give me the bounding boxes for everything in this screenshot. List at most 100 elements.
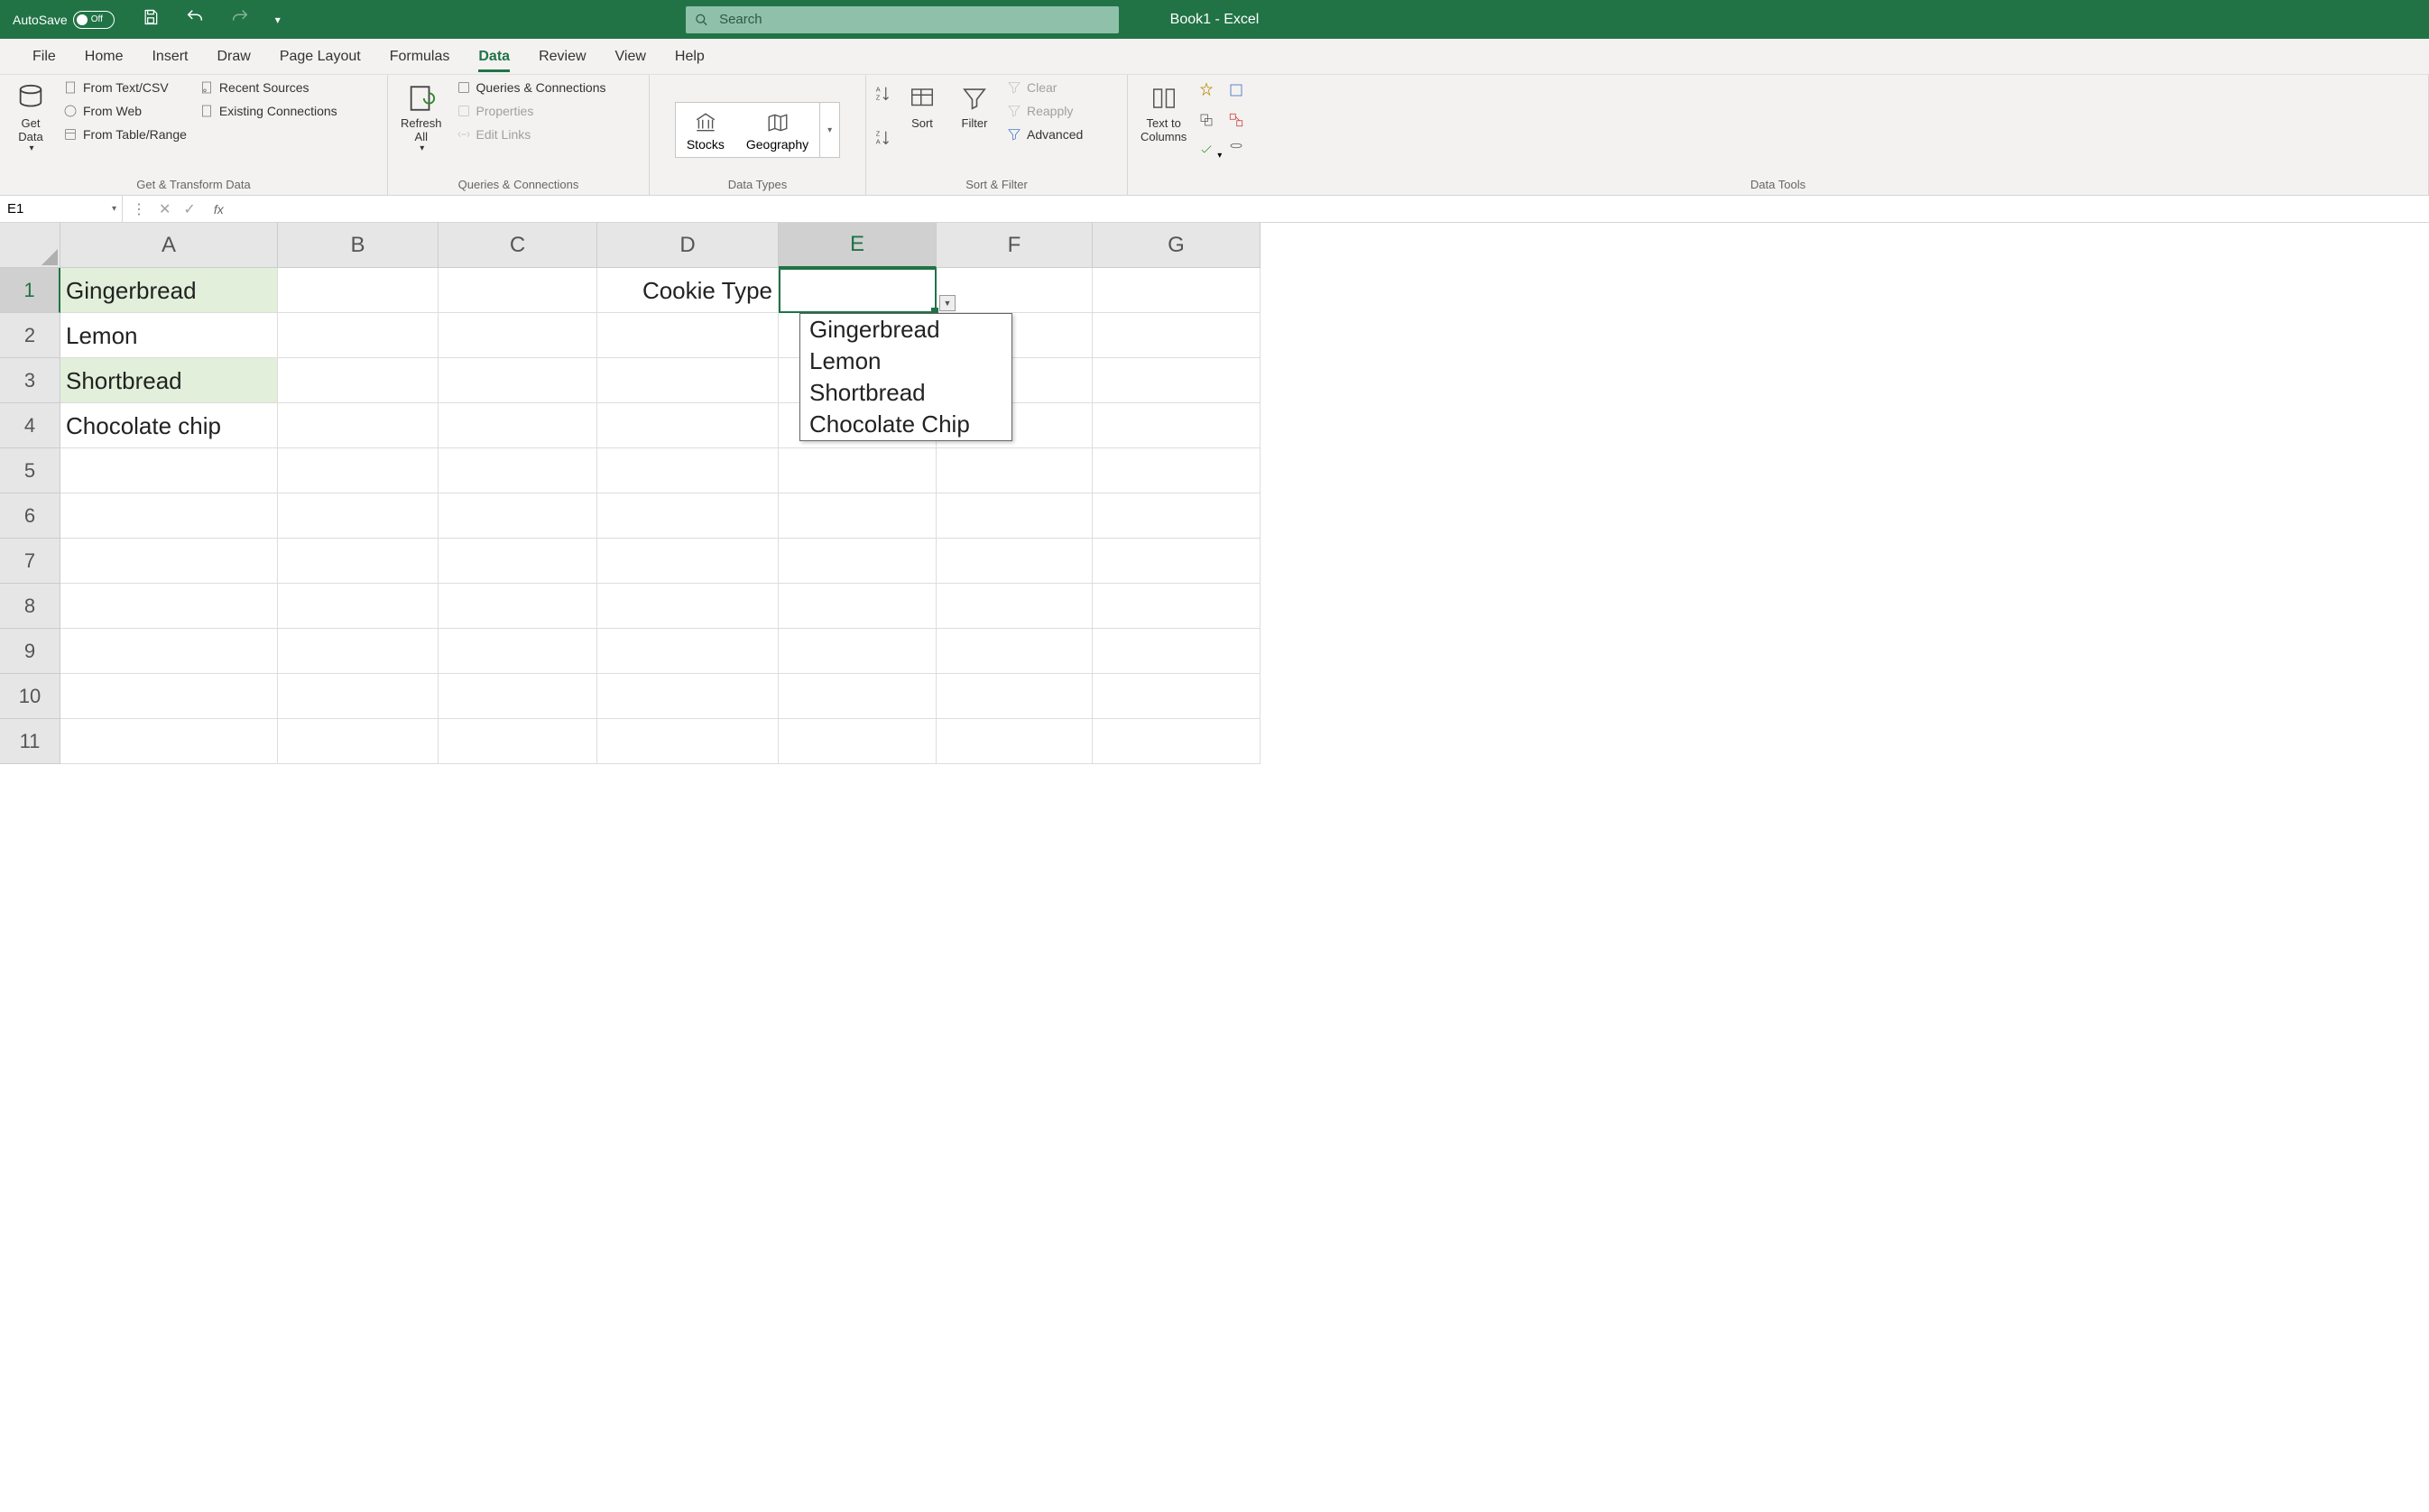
worksheet-grid[interactable]: ABCDEFG 1234567891011 GingerbreadCookie … (0, 223, 2429, 782)
column-header-B[interactable]: B (278, 223, 439, 268)
cell-A3[interactable]: Shortbread (60, 358, 278, 403)
cell-D9[interactable] (597, 629, 779, 674)
column-header-F[interactable]: F (937, 223, 1093, 268)
cell-A2[interactable]: Lemon (60, 313, 278, 358)
cell-B3[interactable] (278, 358, 439, 403)
cell-D11[interactable] (597, 719, 779, 764)
sort-button[interactable]: Sort (899, 78, 946, 132)
from-web-button[interactable]: From Web (60, 102, 190, 120)
chevron-down-icon[interactable]: ▾ (112, 204, 116, 214)
name-box[interactable]: E1 ▾ (0, 196, 123, 222)
tab-insert[interactable]: Insert (137, 39, 202, 74)
cell-B8[interactable] (278, 584, 439, 629)
cell-D2[interactable] (597, 313, 779, 358)
cell-B9[interactable] (278, 629, 439, 674)
select-all-corner[interactable] (0, 223, 60, 268)
cell-C7[interactable] (439, 539, 597, 584)
tab-home[interactable]: Home (70, 39, 138, 74)
row-header-1[interactable]: 1 (0, 268, 60, 313)
cell-G4[interactable] (1093, 403, 1261, 448)
tab-help[interactable]: Help (660, 39, 719, 74)
cell-E5[interactable] (779, 448, 937, 493)
manage-data-model-icon[interactable] (1227, 142, 1245, 162)
stocks-datatype-button[interactable]: Stocks (676, 103, 735, 157)
column-header-G[interactable]: G (1093, 223, 1261, 268)
cell-G11[interactable] (1093, 719, 1261, 764)
cell-E6[interactable] (779, 493, 937, 539)
row-header-6[interactable]: 6 (0, 493, 60, 539)
tab-page-layout[interactable]: Page Layout (265, 39, 375, 74)
column-header-A[interactable]: A (60, 223, 278, 268)
cell-G9[interactable] (1093, 629, 1261, 674)
datatypes-more-button[interactable]: ▾ (819, 103, 839, 157)
row-header-10[interactable]: 10 (0, 674, 60, 719)
cell-F9[interactable] (937, 629, 1093, 674)
tab-draw[interactable]: Draw (202, 39, 264, 74)
save-icon[interactable] (142, 8, 160, 31)
tab-view[interactable]: View (601, 39, 660, 74)
cell-F1[interactable] (937, 268, 1093, 313)
cell-E10[interactable] (779, 674, 937, 719)
more-icon[interactable]: ⋮ (132, 200, 146, 218)
row-header-8[interactable]: 8 (0, 584, 60, 629)
cell-C2[interactable] (439, 313, 597, 358)
cell-D5[interactable] (597, 448, 779, 493)
cell-G1[interactable] (1093, 268, 1261, 313)
tab-file[interactable]: File (18, 39, 70, 74)
cell-G6[interactable] (1093, 493, 1261, 539)
cell-B5[interactable] (278, 448, 439, 493)
from-text-csv-button[interactable]: From Text/CSV (60, 78, 190, 97)
cell-A10[interactable] (60, 674, 278, 719)
dropdown-item[interactable]: Lemon (800, 346, 1011, 377)
cell-C11[interactable] (439, 719, 597, 764)
consolidate-icon[interactable] (1227, 82, 1245, 103)
cell-G7[interactable] (1093, 539, 1261, 584)
cell-B4[interactable] (278, 403, 439, 448)
dropdown-item[interactable]: Shortbread (800, 377, 1011, 409)
cell-G2[interactable] (1093, 313, 1261, 358)
cell-C4[interactable] (439, 403, 597, 448)
dropdown-item[interactable]: Gingerbread (800, 314, 1011, 346)
data-validation-dropdown-button[interactable]: ▼ (939, 295, 956, 311)
cell-E9[interactable] (779, 629, 937, 674)
row-header-4[interactable]: 4 (0, 403, 60, 448)
fx-icon[interactable]: fx (214, 202, 224, 217)
cell-F11[interactable] (937, 719, 1093, 764)
tab-data[interactable]: Data (464, 39, 524, 74)
cell-B10[interactable] (278, 674, 439, 719)
cell-F7[interactable] (937, 539, 1093, 584)
cell-A1[interactable]: Gingerbread (60, 268, 278, 313)
cell-C10[interactable] (439, 674, 597, 719)
formula-input[interactable] (233, 201, 2429, 217)
column-header-C[interactable]: C (439, 223, 597, 268)
cell-D3[interactable] (597, 358, 779, 403)
sort-desc-icon[interactable]: ZA (873, 128, 893, 152)
cell-A7[interactable] (60, 539, 278, 584)
cell-D10[interactable] (597, 674, 779, 719)
cell-D8[interactable] (597, 584, 779, 629)
data-validation-icon[interactable]: ▾ (1197, 142, 1222, 162)
cell-D6[interactable] (597, 493, 779, 539)
row-header-5[interactable]: 5 (0, 448, 60, 493)
cell-D1[interactable]: Cookie Type (597, 268, 779, 313)
remove-duplicates-icon[interactable] (1197, 112, 1222, 133)
data-validation-list[interactable]: Gingerbread Lemon Shortbread Chocolate C… (799, 313, 1012, 441)
dropdown-item[interactable]: Chocolate Chip (800, 409, 1011, 440)
column-header-E[interactable]: E (779, 223, 937, 268)
row-header-2[interactable]: 2 (0, 313, 60, 358)
cell-A5[interactable] (60, 448, 278, 493)
row-header-9[interactable]: 9 (0, 629, 60, 674)
cell-G5[interactable] (1093, 448, 1261, 493)
row-header-3[interactable]: 3 (0, 358, 60, 403)
cell-C1[interactable] (439, 268, 597, 313)
cell-E8[interactable] (779, 584, 937, 629)
cell-C8[interactable] (439, 584, 597, 629)
cell-B1[interactable] (278, 268, 439, 313)
cell-A6[interactable] (60, 493, 278, 539)
autosave-toggle[interactable]: AutoSave Off (13, 11, 115, 29)
text-to-columns-button[interactable]: Text to Columns (1135, 78, 1192, 145)
column-header-D[interactable]: D (597, 223, 779, 268)
qat-customize-icon[interactable]: ▾ (275, 14, 281, 26)
cell-F8[interactable] (937, 584, 1093, 629)
cell-E11[interactable] (779, 719, 937, 764)
